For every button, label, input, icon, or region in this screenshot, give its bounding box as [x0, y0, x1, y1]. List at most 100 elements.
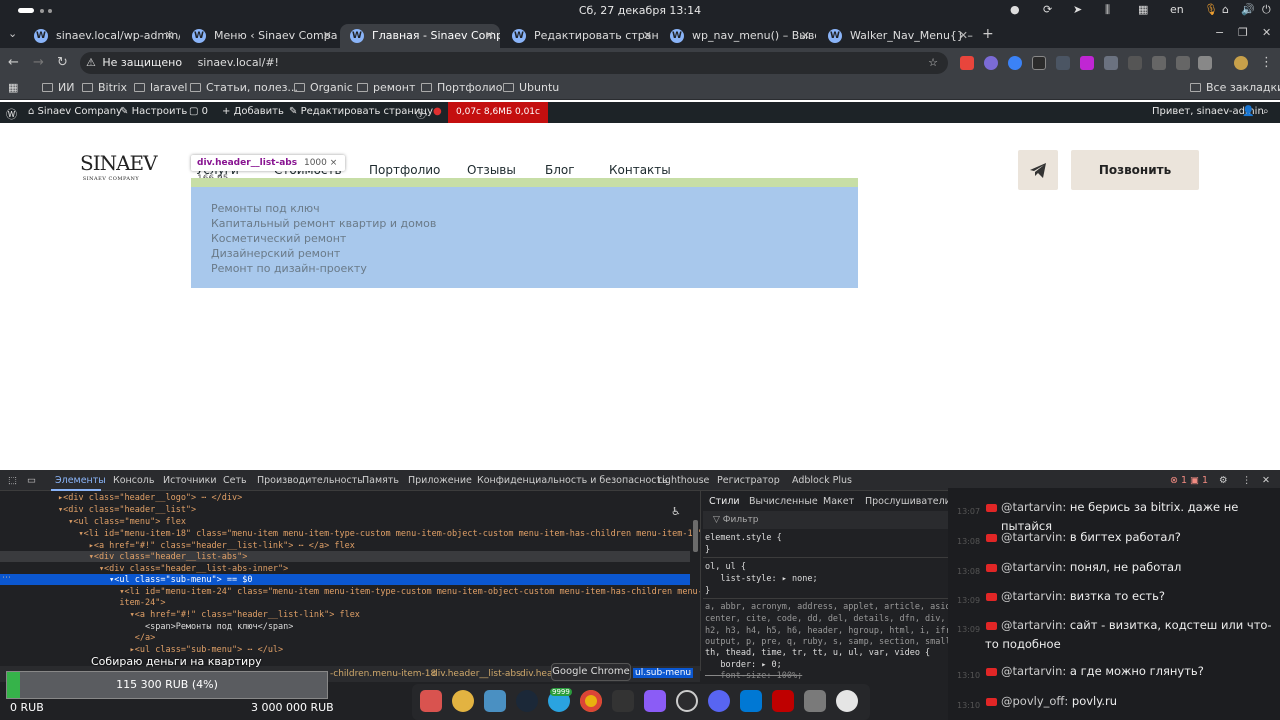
bookmark-laravel[interactable]: laravel — [134, 81, 187, 94]
style-line[interactable]: } — [705, 586, 710, 596]
new-tab-icon[interactable]: + — [982, 26, 994, 42]
extension-icon[interactable] — [1080, 56, 1094, 70]
wp-comments-link[interactable]: ▢ 0 — [189, 106, 208, 117]
devtools-tab-network[interactable]: Сеть — [223, 475, 247, 486]
device-toolbar-icon[interactable]: ▭ — [27, 475, 36, 486]
close-window-icon[interactable]: ✕ — [1262, 26, 1271, 39]
files-app-icon[interactable] — [420, 690, 442, 712]
yoast-icon[interactable]: ⓨ — [416, 106, 426, 121]
shield-extension-icon[interactable] — [1104, 56, 1118, 70]
layout-tab[interactable]: Макет — [823, 496, 854, 507]
maximize-icon[interactable]: ❐ — [1238, 26, 1248, 39]
tab-wp-admin[interactable]: Wsinaev.local/wp-admin/a ✕ — [24, 24, 180, 48]
elements-scrollbar[interactable] — [693, 520, 698, 552]
discord-icon[interactable] — [708, 690, 730, 712]
bookmark-star-icon[interactable]: ☆ — [928, 52, 938, 74]
dom-line[interactable]: item-24"> — [58, 598, 165, 608]
devtools-menu-icon[interactable]: ⋮ — [1242, 475, 1252, 486]
style-line[interactable]: output, p, pre, q, ruby, s, samp, sectio… — [705, 637, 956, 647]
rhythmbox-icon[interactable] — [452, 690, 474, 712]
dom-line[interactable]: ▾<li id="menu-item-18" class="menu-item … — [58, 529, 707, 539]
dom-line[interactable]: ▾<div class="header__list"> — [58, 505, 196, 515]
accessibility-icon[interactable]: ♿ — [671, 505, 681, 518]
submenu-item-designer[interactable]: Дизайнерский ремонт — [211, 247, 340, 260]
search-icon[interactable]: ⌕ — [1263, 106, 1269, 117]
mixer-icon[interactable]: ⫼ — [1105, 3, 1110, 17]
style-line[interactable]: center, cite, code, dd, del, details, df… — [705, 614, 961, 624]
row-ellipsis-icon[interactable]: ⋯ — [2, 573, 11, 583]
trash-icon[interactable] — [804, 690, 826, 712]
side-panel-icon[interactable] — [1198, 56, 1212, 70]
crumb[interactable]: div.header__list-abs — [432, 669, 521, 679]
computed-tab[interactable]: Вычисленные — [749, 496, 818, 507]
bookmark-bitrix[interactable]: Bitrix — [82, 81, 127, 94]
devtools-tab-recorder[interactable]: Регистратор — [717, 475, 780, 486]
tab-menu[interactable]: W Меню ‹ Sinaev Company ✕ — [182, 24, 338, 48]
style-line[interactable]: element.style { — [705, 533, 782, 543]
style-line[interactable]: th, thead, time, tr, tt, u, ul, var, vid… — [705, 648, 930, 658]
devtools-tab-performance[interactable]: Производительность — [257, 475, 363, 486]
record-icon[interactable]: ● — [1010, 3, 1020, 16]
tab-home-active[interactable]: W Главная - Sinaev Compan✕ — [340, 24, 500, 48]
system-clock[interactable]: Сб, 27 декабря 13:14 — [0, 4, 1280, 17]
devtools-tab-elements[interactable]: Элементы — [55, 475, 106, 486]
minimize-icon[interactable]: − — [1215, 26, 1224, 39]
tab-edit-page[interactable]: W Редактировать страниц✕ — [502, 24, 658, 48]
submenu-item-design-project[interactable]: Ремонт по дизайн-проекту — [211, 262, 367, 275]
pen-extension-icon[interactable] — [1152, 56, 1166, 70]
style-line[interactable]: list-style: ▸ none; — [705, 574, 817, 584]
styles-tab[interactable]: Стили — [709, 496, 740, 507]
menu-item-portfolio[interactable]: Портфолио — [369, 163, 440, 177]
menu-item-reviews[interactable]: Отзывы — [467, 163, 516, 177]
wp-edit-page-link[interactable]: ✎ Редактировать страницу — [289, 106, 433, 117]
phpstorm-icon[interactable] — [644, 690, 666, 712]
close-icon[interactable]: ✕ — [323, 24, 332, 48]
bookmark-remont[interactable]: ремонт — [357, 81, 415, 94]
style-line[interactable]: ol, ul { — [705, 562, 746, 572]
dom-line[interactable]: ▾<ul class="menu"> flex — [58, 517, 186, 527]
status-dot-icon[interactable]: ● — [433, 106, 442, 117]
dom-line[interactable]: ▾<div class="header__list-abs-inner"> — [58, 564, 288, 574]
devtools-tab-console[interactable]: Консоль — [113, 475, 154, 486]
puzzle-icon[interactable] — [1176, 56, 1190, 70]
styles-filter-input[interactable]: ▽ Фильтр — [703, 511, 948, 529]
site-logo[interactable]: SINAEV SINAEV COMPANY — [80, 150, 158, 190]
wp-site-link[interactable]: ⌂ Sinaev Company — [28, 106, 122, 117]
issue-count[interactable]: ▣ 1 — [1190, 475, 1208, 486]
user-icon[interactable]: 👤 — [1242, 106, 1254, 117]
grid-icon[interactable]: ▦ — [1138, 3, 1148, 16]
bookmark-ubuntu[interactable]: Ubuntu — [503, 81, 559, 94]
back-icon[interactable]: ← — [8, 55, 19, 70]
bookmark-all[interactable]: Все закладки — [1190, 81, 1280, 94]
keyboard-layout[interactable]: en — [1170, 3, 1184, 16]
chrome-icon[interactable] — [580, 690, 602, 712]
devtools-tab-privacy[interactable]: Конфиденциальность и безопасность — [477, 475, 668, 486]
dom-line[interactable]: <span>Ремонты под ключ</span> — [58, 622, 293, 632]
crumb[interactable]: -children.menu-item-18 — [330, 669, 436, 679]
bookmark-portfolio[interactable]: Портфолио — [421, 81, 502, 94]
close-icon[interactable]: ✕ — [485, 24, 494, 48]
extension-icon[interactable] — [1032, 56, 1046, 70]
dom-line[interactable]: ▾<li id="menu-item-24" class="menu-item … — [58, 587, 702, 597]
menu-item-blog[interactable]: Блог — [545, 163, 575, 177]
bookmark-articles[interactable]: Статьи, полез... — [190, 81, 298, 94]
bookmark-ai[interactable]: ИИ — [42, 81, 74, 94]
call-button[interactable]: Позвонить — [1071, 150, 1199, 190]
error-count[interactable]: ⊗ 1 — [1170, 475, 1187, 486]
extension-icon[interactable] — [1128, 56, 1142, 70]
submenu-item-cosmetic[interactable]: Косметический ремонт — [211, 232, 346, 245]
crumb-scroll-icon[interactable]: › — [688, 668, 692, 678]
extension-icon[interactable] — [1056, 56, 1070, 70]
wordpress-icon[interactable]: Ⓦ — [6, 106, 17, 122]
wp-customize-link[interactable]: ✎ Настроить — [120, 106, 187, 117]
dom-line[interactable]: ▸<ul class="sub-menu"> ⋯ </ul> — [58, 645, 284, 655]
tab-walker[interactable]: W Walker_Nav_Menu{} – K ✕ — [818, 24, 974, 48]
extension-icon[interactable] — [1008, 56, 1022, 70]
document-viewer-icon[interactable] — [484, 690, 506, 712]
devtools-tab-adblock[interactable]: Adblock Plus — [792, 475, 852, 486]
dom-line[interactable]: ▾<a href="#!" class="header__list-link">… — [58, 610, 360, 620]
obs-icon[interactable] — [676, 690, 698, 712]
address-bar[interactable]: ⚠ Не защищено sinaev.local/#! ☆ — [80, 52, 948, 74]
wp-add-link[interactable]: + Добавить — [222, 106, 284, 117]
profile-avatar[interactable] — [1234, 56, 1248, 70]
